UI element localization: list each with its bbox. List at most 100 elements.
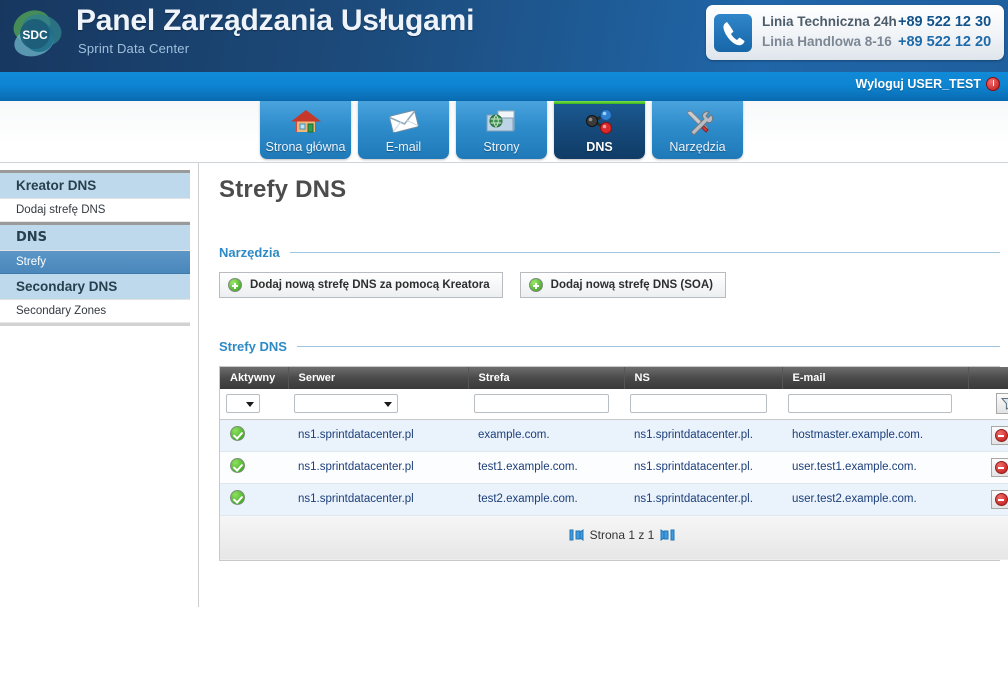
folder-globe-icon bbox=[456, 105, 547, 139]
cell-ns: ns1.sprintdatacenter.pl. bbox=[624, 451, 782, 484]
delete-row-button[interactable] bbox=[991, 489, 1008, 509]
cell-serwer: ns1.sprintdatacenter.pl bbox=[288, 419, 468, 452]
sidebar-group-secondary-dns: Secondary DNS bbox=[0, 274, 190, 300]
tab-dns[interactable]: DNS bbox=[554, 101, 645, 159]
sales-line-number: +89 522 12 20 bbox=[898, 33, 992, 50]
envelope-icon bbox=[358, 105, 449, 139]
filter-cell-actions bbox=[968, 389, 1008, 420]
filter-input-ns[interactable] bbox=[630, 394, 768, 414]
sidebar-item-dodaj-strefe-dns[interactable]: Dodaj strefę DNS bbox=[0, 199, 190, 222]
active-check-icon bbox=[230, 490, 245, 505]
filter-cell-strefa bbox=[468, 389, 624, 420]
filter-cell-ns bbox=[624, 389, 782, 420]
add-zone-wizard-button[interactable]: Dodaj nową strefę DNS za pomocą Kreatora bbox=[219, 272, 503, 298]
sidebar-group-kreator-dns: Kreator DNS bbox=[0, 173, 190, 199]
chevron-down-icon bbox=[384, 402, 392, 408]
tools-section-label: Narzędzia bbox=[219, 245, 280, 260]
column-header-ns[interactable]: NS bbox=[624, 367, 783, 389]
table-header-row: Aktywny Serwer Strefa NS E-mail bbox=[220, 367, 1008, 389]
delete-circle-icon bbox=[994, 492, 1008, 506]
page-title: Strefy DNS bbox=[219, 176, 347, 203]
cell-email: hostmaster.example.com. bbox=[782, 419, 968, 452]
logout-button[interactable]: Wyloguj USER_TEST bbox=[856, 77, 1000, 91]
pager-text: Strona 1 z 1 bbox=[589, 528, 655, 543]
wrench-screwdriver-icon bbox=[652, 105, 743, 139]
delete-circle-icon bbox=[994, 428, 1008, 442]
tech-line-label: Linia Techniczna 24h bbox=[762, 14, 897, 30]
filter-input-strefa[interactable] bbox=[474, 394, 610, 414]
logout-label: Wyloguj USER_TEST bbox=[855, 77, 981, 91]
cell-aktywny bbox=[220, 451, 288, 484]
column-header-serwer[interactable]: Serwer bbox=[288, 367, 469, 389]
filter-select-aktywny[interactable] bbox=[226, 394, 260, 414]
tab-label: E-mail bbox=[385, 140, 422, 154]
last-page-button[interactable] bbox=[660, 528, 676, 542]
tab-strona-glowna[interactable]: Strona główna bbox=[260, 101, 351, 159]
table-row[interactable]: ns1.sprintdatacenter.pl example.com. ns1… bbox=[220, 419, 1008, 452]
button-label: Dodaj nową strefę DNS za pomocą Kreatora bbox=[250, 279, 490, 291]
cell-serwer: ns1.sprintdatacenter.pl bbox=[288, 451, 468, 484]
zones-section-header: Strefy DNS bbox=[219, 339, 1000, 354]
filter-cell-aktywny bbox=[220, 389, 288, 420]
zones-table: Aktywny Serwer Strefa NS E-mail ns1.spri… bbox=[220, 367, 1008, 560]
app-title: Panel Zarządzania Usługami bbox=[76, 4, 475, 37]
cell-ns: ns1.sprintdatacenter.pl. bbox=[624, 419, 782, 452]
apply-filter-button[interactable] bbox=[996, 393, 1008, 415]
page-body: Kreator DNS Dodaj strefę DNS DNS Strefy … bbox=[0, 163, 1008, 694]
tech-line-number: +89 522 12 30 bbox=[898, 14, 992, 31]
cell-actions bbox=[968, 451, 1008, 484]
sidebar: Kreator DNS Dodaj strefę DNS DNS Strefy … bbox=[0, 170, 190, 326]
section-rule bbox=[289, 252, 1000, 253]
sidebar-group-dns: DNS bbox=[0, 225, 190, 251]
table-filter-row bbox=[220, 389, 1008, 420]
column-header-strefa[interactable]: Strefa bbox=[468, 367, 625, 389]
first-page-button[interactable] bbox=[568, 528, 584, 542]
delete-row-button[interactable] bbox=[991, 457, 1008, 477]
filter-cell-email bbox=[782, 389, 968, 420]
tools-section-header: Narzędzia bbox=[219, 245, 1000, 260]
zones-table-container: Aktywny Serwer Strefa NS E-mail ns1.spri… bbox=[219, 366, 1008, 561]
plus-circle-icon bbox=[228, 278, 242, 292]
column-header-aktywny[interactable]: Aktywny bbox=[220, 367, 289, 389]
tab-strony[interactable]: Strony bbox=[456, 101, 547, 159]
power-icon bbox=[986, 77, 1000, 91]
cell-aktywny bbox=[220, 483, 288, 516]
cell-ns: ns1.sprintdatacenter.pl. bbox=[624, 483, 782, 516]
first-page-icon bbox=[569, 529, 584, 542]
funnel-icon bbox=[1000, 398, 1008, 411]
chevron-down-icon bbox=[246, 402, 254, 408]
column-header-actions bbox=[968, 367, 1008, 389]
sidebar-item-strefy[interactable]: Strefy bbox=[0, 251, 190, 274]
utility-bar: Wyloguj USER_TEST bbox=[0, 72, 1008, 101]
table-row[interactable]: ns1.sprintdatacenter.pl test2.example.co… bbox=[220, 483, 1008, 516]
table-row[interactable]: ns1.sprintdatacenter.pl test1.example.co… bbox=[220, 451, 1008, 484]
button-label: Dodaj nową strefę DNS (SOA) bbox=[550, 279, 713, 291]
cell-serwer: ns1.sprintdatacenter.pl bbox=[288, 483, 468, 516]
sidebar-item-secondary-zones[interactable]: Secondary Zones bbox=[0, 300, 190, 323]
network-nodes-icon bbox=[554, 105, 645, 139]
svg-text:SDC: SDC bbox=[22, 28, 48, 42]
add-zone-soa-button[interactable]: Dodaj nową strefę DNS (SOA) bbox=[519, 272, 726, 298]
contact-panel: Linia Techniczna 24h +89 522 12 30 Linia… bbox=[706, 5, 1004, 60]
tools-toolbar: Dodaj nową strefę DNS za pomocą Kreatora… bbox=[219, 272, 1000, 298]
tab-label: Narzędzia bbox=[669, 140, 726, 154]
house-icon bbox=[260, 105, 351, 139]
column-header-email[interactable]: E-mail bbox=[782, 367, 969, 389]
cell-strefa: example.com. bbox=[468, 419, 624, 452]
tab-label: Strona główna bbox=[265, 140, 346, 154]
tab-label: DNS bbox=[586, 140, 613, 154]
main-content: Strefy DNS Narzędzia Dodaj nową strefę D… bbox=[219, 163, 1008, 561]
filter-select-serwer[interactable] bbox=[294, 394, 398, 414]
app-subtitle: Sprint Data Center bbox=[78, 41, 190, 56]
sales-line-label: Linia Handlowa 8-16 bbox=[762, 33, 892, 49]
filter-input-email[interactable] bbox=[788, 394, 952, 414]
tab-narzedzia[interactable]: Narzędzia bbox=[652, 101, 743, 159]
zones-section-label: Strefy DNS bbox=[219, 339, 287, 354]
cell-email: user.test1.example.com. bbox=[782, 451, 968, 484]
active-check-icon bbox=[230, 426, 245, 441]
delete-row-button[interactable] bbox=[991, 425, 1008, 445]
tab-label: Strony bbox=[483, 140, 520, 154]
cell-strefa: test2.example.com. bbox=[468, 483, 624, 516]
tab-email[interactable]: E-mail bbox=[358, 101, 449, 159]
cell-actions bbox=[968, 419, 1008, 452]
